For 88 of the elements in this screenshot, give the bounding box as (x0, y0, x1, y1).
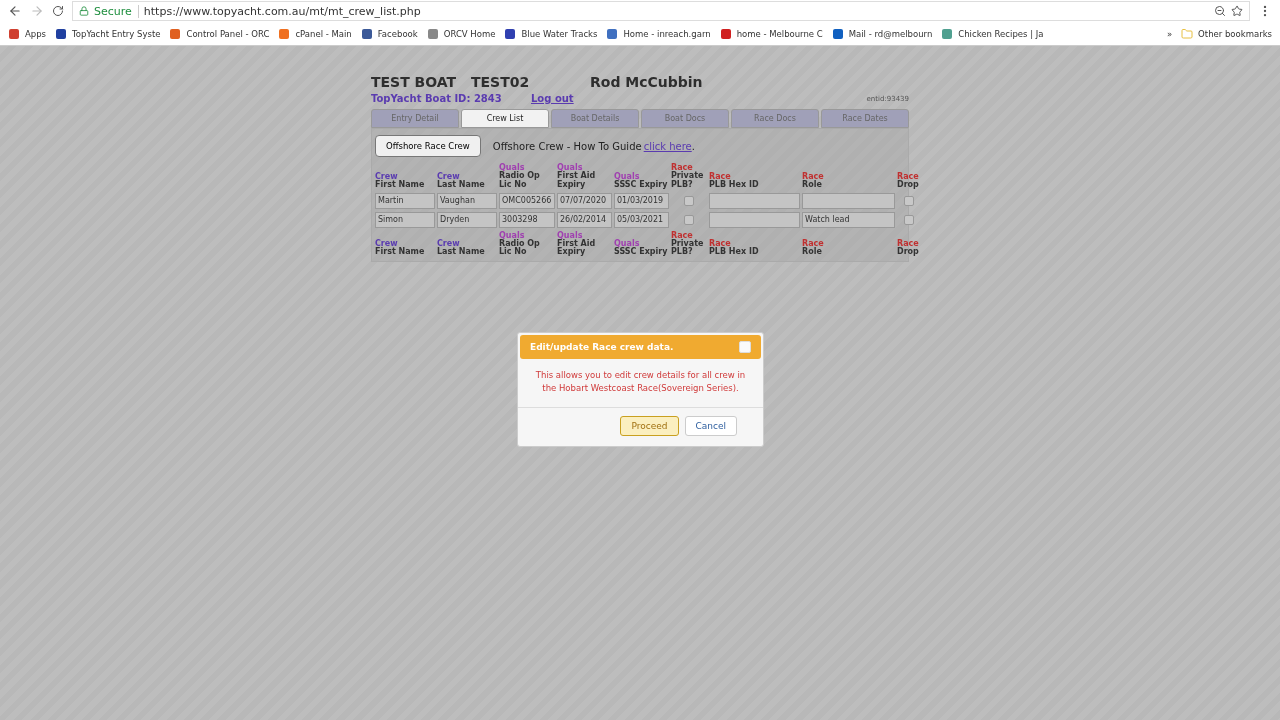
guide-link[interactable]: click here (643, 140, 692, 152)
bookmark-link[interactable]: Apps (25, 28, 47, 39)
column-group: Race (802, 239, 895, 249)
column-label: Drop (897, 180, 920, 190)
text-field[interactable]: Dryden (437, 211, 497, 228)
column-label: PLB Hex ID (709, 248, 760, 258)
text-field[interactable]: 05/03/2021 (614, 211, 669, 228)
column-label: First Aid Expiry (557, 239, 597, 258)
column-group: Quals (557, 163, 612, 172)
guide-text: Offshore Crew - How To Guide (492, 140, 642, 152)
boat-id: TopYacht Boat ID: 2843 (371, 93, 503, 104)
column-label: Drop (897, 248, 920, 258)
text-field[interactable]: 01/03/2019 (614, 192, 669, 209)
checkbox[interactable] (684, 214, 694, 225)
bookmark-link[interactable]: Control Panel - ORC (186, 28, 270, 39)
column-group: Race (671, 163, 707, 172)
guide-period: . (691, 140, 695, 152)
text-field[interactable]: Watch lead (802, 211, 895, 228)
column-group: Race (802, 171, 895, 181)
dialog-message: This allows you to edit crew details for all crew in the Hobart Westcoast Race(Sovereign Series). (518, 361, 763, 408)
zoom-icon[interactable] (1214, 5, 1226, 17)
text-field[interactable] (802, 192, 895, 209)
address-bar[interactable]: Secure https://www.topyacht.com.au/mt/mt_crew_list.php (72, 1, 1250, 21)
column-group: Quals (499, 163, 555, 172)
column-label: Role (802, 180, 823, 190)
boat-code: TEST02 (471, 74, 531, 90)
other-bookmarks-link[interactable]: Other bookmarks (1198, 28, 1272, 39)
bookmark-link[interactable]: Blue Water Tracks (521, 28, 598, 39)
lock-icon (79, 6, 89, 16)
column-group: Race (671, 230, 707, 240)
column-label: Role (802, 248, 822, 258)
dialog-button[interactable]: Cancel (684, 415, 737, 436)
text-field[interactable]: 26/02/2014 (557, 211, 612, 228)
back-icon[interactable] (8, 4, 22, 18)
bookmark-link[interactable]: Facebook (377, 28, 418, 39)
logout-link[interactable]: Log out (531, 93, 574, 104)
secure-label: Secure (94, 4, 139, 18)
text-field[interactable] (709, 192, 800, 209)
column-group: Quals (557, 230, 612, 240)
column-label: SSSC Expiry (614, 248, 669, 258)
checkbox[interactable] (684, 195, 694, 206)
bookmark-link[interactable]: Mail - rd@melbourn (848, 28, 933, 39)
column-label: First Aid Expiry (557, 172, 597, 190)
column-group: Quals (614, 171, 669, 181)
star-icon[interactable] (1231, 5, 1243, 17)
bookmark-link[interactable]: TopYacht Entry Syste (72, 28, 161, 39)
column-label: Radio Op Lic No (499, 239, 541, 258)
boat-name: TEST BOAT (371, 74, 458, 90)
offshore-race-crew-button[interactable]: Offshore Race Crew (375, 135, 481, 157)
dialog-title: Edit/update Race crew data. (530, 342, 674, 352)
forward-icon[interactable] (30, 4, 44, 18)
text-field[interactable]: 07/07/2020 (557, 192, 612, 209)
url-text: https://www.topyacht.com.au/mt/mt_crew_list.php (143, 4, 421, 18)
bookmark-link[interactable]: Home - inreach.garn (623, 28, 711, 39)
dialog-button[interactable]: Proceed (620, 415, 679, 436)
text-field[interactable]: OMC005266 (499, 192, 555, 209)
bookmark-link[interactable]: cPanel - Main (295, 28, 352, 39)
column-group: Crew (375, 171, 435, 181)
text-field[interactable]: 3003298 (499, 211, 555, 228)
column-label: Private PLB? (671, 172, 705, 190)
column-label: PLB Hex ID (709, 180, 760, 190)
bookmark-link[interactable]: ORCV Home (443, 28, 496, 39)
close-button[interactable] (739, 341, 751, 353)
checkbox[interactable] (904, 195, 914, 206)
bookmark-link[interactable]: home - Melbourne C (736, 28, 823, 39)
column-group: Quals (499, 230, 555, 240)
column-label: SSSC Expiry (614, 180, 669, 190)
checkbox[interactable] (904, 214, 914, 225)
text-field[interactable]: Simon (375, 211, 435, 228)
column-label: First Name (375, 248, 426, 258)
text-field[interactable]: Martin (375, 192, 435, 209)
column-label: Last Name (437, 180, 486, 190)
column-group: Crew (437, 171, 497, 181)
column-group: Race (897, 239, 921, 249)
text-field[interactable]: Vaughan (437, 192, 497, 209)
column-label: Radio Op Lic No (499, 172, 541, 190)
column-group: Race (709, 171, 800, 181)
column-label: First Name (375, 180, 426, 190)
folder-icon (1181, 27, 1194, 40)
column-label: Private PLB? (671, 239, 705, 258)
skipper-name: Rod McCubbin (590, 74, 703, 90)
more-bookmarks-button[interactable]: » (1166, 28, 1173, 39)
bookmark-link[interactable]: Chicken Recipes | Ja (958, 28, 1044, 39)
column-label: Last Name (437, 248, 486, 258)
column-group: Race (897, 171, 921, 181)
reload-icon[interactable] (52, 5, 64, 17)
text-field[interactable] (709, 211, 800, 228)
tab[interactable]: Crew List (461, 109, 549, 128)
